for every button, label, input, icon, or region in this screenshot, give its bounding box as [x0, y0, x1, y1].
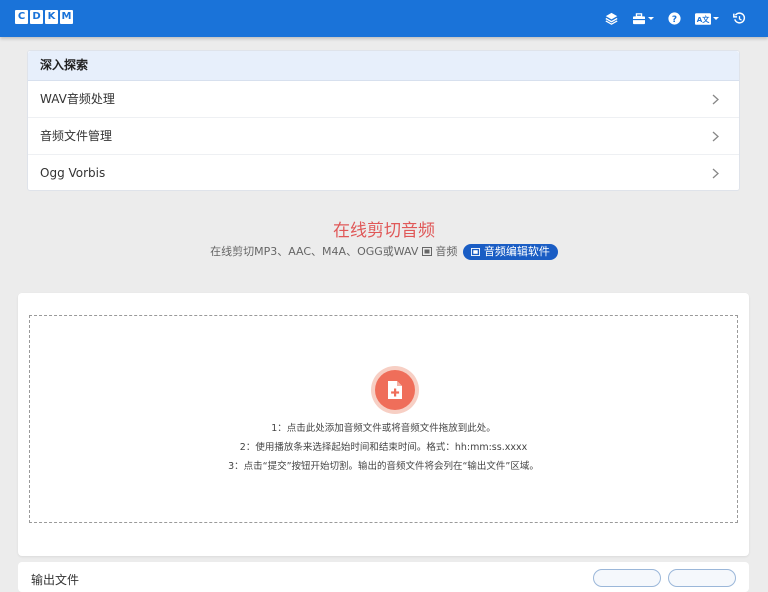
logo-letter: C	[15, 10, 28, 24]
svg-text:?: ?	[672, 15, 677, 25]
instruction-line-2: 2：使用播放条来选择起始时间和结束时间。格式：hh:mm:ss.xxxx	[239, 442, 528, 453]
instruction-line-3: 3：点击“提交”按钮开始切割。输出的音频文件将会列在“输出文件”区域。	[228, 461, 539, 472]
explore-item-ogg[interactable]: Ogg Vorbis	[28, 155, 739, 191]
help-icon[interactable]: ?	[668, 12, 681, 25]
audio-editor-link[interactable]: 音频编辑软件	[462, 244, 558, 260]
chevron-right-icon	[712, 131, 719, 142]
file-add-icon	[388, 381, 402, 399]
logo-letter: D	[30, 10, 43, 24]
audio-editor-label: 音频编辑软件	[483, 245, 550, 258]
nav-icons: ? A文	[605, 10, 746, 27]
upload-card: 1：点击此处添加音频文件或将音频文件拖放到此处。 2：使用播放条来选择起始时间和…	[18, 293, 749, 556]
top-navbar: C D K M ? A文	[0, 0, 768, 37]
file-add-icon-bg	[375, 370, 415, 410]
chevron-down-icon	[713, 17, 719, 20]
language-icon[interactable]: A文	[695, 12, 719, 25]
logo-letter: K	[45, 10, 58, 24]
brand-logo[interactable]: C D K M	[15, 10, 73, 24]
chevron-down-icon	[648, 17, 654, 20]
add-file-button[interactable]	[371, 366, 419, 414]
page-title: 在线剪切音频	[333, 221, 435, 241]
chevron-right-icon	[712, 168, 719, 179]
explore-item-label: 音频文件管理	[40, 129, 113, 143]
output-files-panel: 输出文件	[18, 562, 749, 592]
explore-item-wav[interactable]: WAV音频处理	[28, 81, 739, 118]
media-icon	[421, 247, 432, 256]
explore-title: 深入探索	[28, 51, 739, 81]
layers-icon[interactable]	[605, 12, 618, 25]
output-title: 输出文件	[31, 573, 80, 587]
file-dropzone[interactable]: 1：点击此处添加音频文件或将音频文件拖放到此处。 2：使用播放条来选择起始时间和…	[29, 315, 738, 523]
history-icon[interactable]	[733, 12, 746, 25]
toolbox-icon[interactable]	[632, 12, 654, 25]
logo-letter: M	[60, 10, 73, 24]
page-subtitle: 在线剪切MP3、AAC、M4A、OGG或WAV 音频 音频编辑软件	[0, 244, 768, 260]
subtitle-text: 在线剪切MP3、AAC、M4A、OGG或WAV	[210, 245, 419, 258]
chevron-right-icon	[712, 94, 719, 105]
subtitle-suffix: 音频	[435, 245, 458, 258]
explore-item-audio-files[interactable]: 音频文件管理	[28, 118, 739, 155]
output-action-button[interactable]	[668, 569, 736, 587]
instruction-line-1: 1：点击此处添加音频文件或将音频文件拖放到此处。	[271, 423, 496, 434]
explore-item-label: WAV音频处理	[40, 92, 115, 106]
output-action-button[interactable]	[593, 569, 661, 587]
media-icon	[470, 248, 480, 256]
svg-text:A文: A文	[697, 15, 711, 24]
explore-panel: 深入探索 WAV音频处理 音频文件管理 Ogg Vorbis	[27, 50, 740, 191]
explore-item-label: Ogg Vorbis	[40, 166, 106, 180]
